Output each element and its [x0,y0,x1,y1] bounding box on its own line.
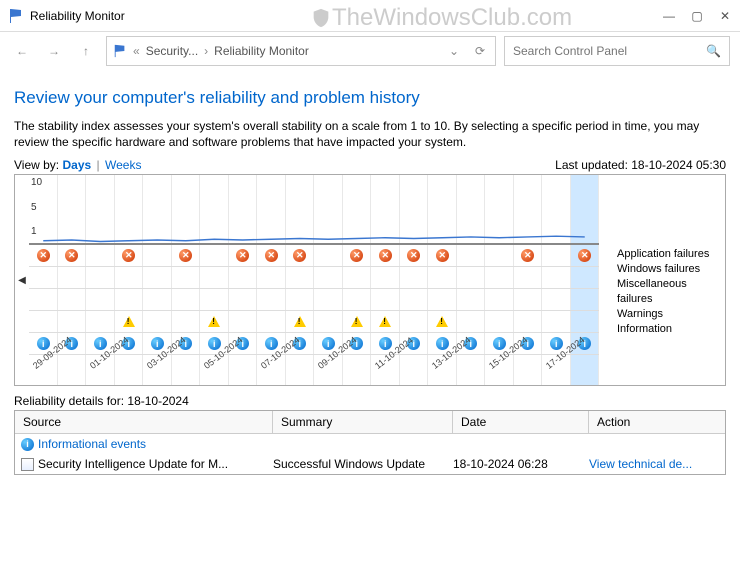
view-details-link[interactable]: View technical de... [589,457,719,471]
error-icon: ✕ [37,249,50,262]
minimize-button[interactable]: — [662,9,676,23]
col-summary[interactable]: Summary [273,411,453,433]
close-button[interactable]: ✕ [718,9,732,23]
breadcrumb[interactable]: « Security... › Reliability Monitor ⌄ ⟳ [106,36,496,66]
breadcrumb-dropdown[interactable]: ⌄ [443,44,465,58]
view-days-link[interactable]: Days [62,158,91,172]
stability-line [29,175,599,245]
up-button[interactable]: ↑ [74,39,98,63]
error-icon: ✕ [65,249,78,262]
error-icon: ✕ [350,249,363,262]
error-icon: ✕ [521,249,534,262]
details-table: Source Summary Date Action i Information… [14,410,726,475]
event-group[interactable]: i Informational events [15,434,725,454]
view-by: View by: Days | Weeks [14,158,141,172]
error-icon: ✕ [293,249,306,262]
error-icon: ✕ [407,249,420,262]
reliability-chart: ◀ 1051 ✕✕✕✕✕✕✕✕✕✕✕✕✕iiiiiiiiiiiiiiiiiiii… [14,174,726,386]
update-icon [21,458,34,471]
last-updated: Last updated: 18-10-2024 05:30 [555,158,726,172]
warning-icon [351,316,363,327]
search-box[interactable]: 🔍 [504,36,730,66]
breadcrumb-item[interactable]: Security... [146,44,198,58]
warning-icon [379,316,391,327]
title-bar: Reliability Monitor — ▢ ✕ [0,0,740,32]
maximize-button[interactable]: ▢ [690,9,704,23]
error-icon: ✕ [265,249,278,262]
y-axis: 1051 [31,177,42,237]
search-input[interactable] [513,44,706,58]
col-source[interactable]: Source [15,411,273,433]
nav-bar: ← → ↑ « Security... › Reliability Monito… [0,32,740,70]
col-date[interactable]: Date [453,411,589,433]
breadcrumb-item[interactable]: Reliability Monitor [214,44,309,58]
chart-scroll-left[interactable]: ◀ [15,175,29,385]
error-icon: ✕ [179,249,192,262]
view-weeks-link[interactable]: Weeks [105,158,141,172]
chart-legend: Application failures Windows failures Mi… [613,175,725,385]
details-header: Reliability details for: 18-10-2024 [14,394,726,408]
warning-icon [123,316,135,327]
page-description: The stability index assesses your system… [14,118,726,150]
search-icon[interactable]: 🔍 [706,44,721,58]
error-icon: ✕ [379,249,392,262]
refresh-button[interactable]: ⟳ [471,39,489,63]
error-icon: ✕ [236,249,249,262]
flag-icon [8,8,24,24]
error-icon: ✕ [122,249,135,262]
warning-icon [436,316,448,327]
back-button[interactable]: ← [10,39,34,63]
event-row[interactable]: Security Intelligence Update for M... Su… [15,454,725,474]
forward-button[interactable]: → [42,39,66,63]
error-icon: ✕ [436,249,449,262]
col-action[interactable]: Action [589,411,725,433]
warning-icon [294,316,306,327]
info-icon: i [21,438,34,451]
window-title: Reliability Monitor [30,9,662,23]
flag-icon [113,44,127,58]
warning-icon [208,316,220,327]
error-icon: ✕ [578,249,591,262]
page-title: Review your computer's reliability and p… [14,88,726,108]
